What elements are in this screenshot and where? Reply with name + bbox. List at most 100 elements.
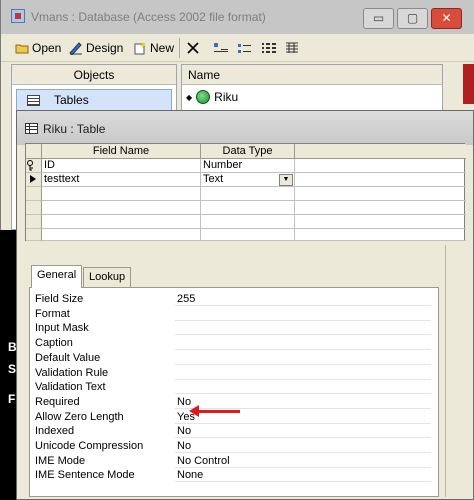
property-row[interactable]: Caption [35, 336, 433, 351]
row-selector[interactable] [26, 187, 42, 201]
small-icons-icon[interactable] [237, 42, 253, 54]
description-cell[interactable] [295, 201, 466, 215]
property-row[interactable]: IME Mode No Control [35, 454, 433, 468]
database-toolbar: Open Design New [1, 34, 474, 62]
property-help-panel [445, 245, 465, 497]
primary-key-icon [27, 160, 33, 171]
row-selector[interactable] [26, 173, 42, 187]
property-value[interactable]: No [175, 395, 431, 409]
property-value[interactable] [175, 321, 431, 336]
name-column-header[interactable]: Name [182, 65, 442, 85]
property-row[interactable]: Validation Rule [35, 366, 433, 380]
property-value[interactable]: No [175, 424, 431, 439]
background-window-edge [463, 64, 474, 104]
property-label: IME Sentence Mode [35, 469, 135, 482]
field-name-column-header[interactable]: Field Name [42, 144, 201, 159]
dropdown-arrow-icon[interactable]: ▼ [279, 174, 293, 186]
row-selector[interactable] [26, 215, 42, 229]
close-button[interactable]: ✕ [431, 8, 462, 29]
property-row[interactable]: Unicode Compression No [35, 439, 433, 453]
property-value[interactable]: No Control [175, 454, 431, 468]
large-icons-icon[interactable] [213, 42, 229, 54]
property-label: Default Value [35, 351, 101, 364]
tab-lookup[interactable]: Lookup [83, 267, 132, 287]
open-button[interactable]: Open [15, 39, 61, 57]
property-label: Caption [35, 337, 73, 350]
current-row-icon [30, 175, 36, 183]
property-value[interactable] [175, 380, 431, 395]
field-grid: Field Name Data Type ID Number testtext … [25, 143, 466, 241]
field-name-cell[interactable] [42, 201, 201, 215]
table-title: Riku : Table [43, 122, 106, 136]
details-view-icon[interactable] [285, 42, 299, 54]
property-label: Field Size [35, 293, 84, 305]
property-value[interactable] [175, 307, 431, 321]
list-view-icon[interactable] [261, 42, 277, 54]
table-title-bar[interactable]: Riku : Table [17, 111, 473, 145]
design-label: Design [86, 41, 124, 55]
property-row[interactable]: Default Value [35, 351, 433, 365]
field-name-cell[interactable] [42, 229, 201, 241]
row-selector[interactable] [26, 159, 42, 173]
access-app-icon [11, 9, 25, 23]
property-row[interactable]: Format [35, 307, 433, 321]
table-icon [25, 123, 38, 134]
link-arrow-icon: ◆ [186, 92, 193, 102]
property-row[interactable]: Field Size 255 [35, 292, 433, 306]
field-name-cell[interactable] [42, 187, 201, 201]
property-label: Format [35, 307, 70, 320]
new-item-icon [134, 42, 146, 55]
field-name-cell[interactable]: testtext [42, 173, 201, 187]
annotation-arrow-icon [189, 405, 240, 417]
property-label: Validation Text [35, 381, 106, 394]
row-selector[interactable] [26, 229, 42, 241]
database-title-bar[interactable]: Vmans : Database (Access 2002 file forma… [1, 0, 474, 34]
list-item-label: Riku [214, 90, 239, 104]
property-row[interactable]: IME Sentence Mode None [35, 468, 433, 483]
property-label: IME Mode [35, 454, 86, 467]
design-button[interactable]: Design [69, 39, 123, 57]
objects-item-tables[interactable]: Tables [16, 89, 172, 111]
data-type-cell[interactable] [201, 201, 295, 215]
design-ruler-icon [69, 42, 82, 55]
field-properties-pane: General Lookup Field Size 255 Format Inpu… [25, 245, 465, 497]
property-value[interactable] [175, 336, 431, 351]
property-row[interactable]: Indexed No [35, 424, 433, 439]
property-value[interactable]: None [175, 468, 431, 483]
linked-table-globe-icon [196, 90, 211, 104]
description-cell[interactable] [295, 187, 466, 201]
data-type-cell[interactable]: Number [201, 159, 295, 173]
property-value[interactable] [175, 351, 431, 365]
description-cell[interactable] [295, 215, 466, 229]
property-row[interactable]: Required No [35, 395, 433, 409]
property-row[interactable]: Validation Text [35, 380, 433, 395]
row-selector[interactable] [26, 201, 42, 215]
description-cell[interactable] [295, 159, 466, 173]
data-type-cell[interactable] [201, 187, 295, 201]
minimize-button[interactable]: ▭ [363, 8, 394, 29]
description-column-header[interactable] [295, 144, 466, 159]
property-value[interactable]: No [175, 439, 431, 453]
data-type-cell[interactable] [201, 229, 295, 241]
data-type-column-header[interactable]: Data Type [201, 144, 295, 159]
property-value[interactable]: 255 [175, 292, 431, 306]
property-row[interactable]: Input Mask [35, 321, 433, 336]
tab-general[interactable]: General [31, 265, 83, 288]
property-value[interactable] [175, 366, 431, 380]
table-design-window: Riku : Table Field Name Data Type ID Num… [16, 110, 474, 500]
database-title: Vmans : Database (Access 2002 file forma… [31, 10, 266, 24]
row-selector-header [26, 144, 42, 159]
field-name-cell[interactable] [42, 215, 201, 229]
description-cell[interactable] [295, 229, 466, 241]
field-name-cell[interactable]: ID [42, 159, 201, 173]
maximize-button[interactable]: ▢ [397, 8, 428, 29]
new-button[interactable]: New [133, 39, 174, 57]
data-type-cell[interactable] [201, 215, 295, 229]
data-type-select[interactable]: Text ▼ [201, 173, 295, 187]
description-cell[interactable] [295, 173, 466, 187]
list-item[interactable]: ◆ Riku [186, 88, 238, 106]
property-label: Unicode Compression [35, 440, 144, 452]
delete-icon[interactable] [187, 42, 199, 54]
property-label: Indexed [35, 425, 75, 438]
new-label: New [150, 41, 175, 55]
